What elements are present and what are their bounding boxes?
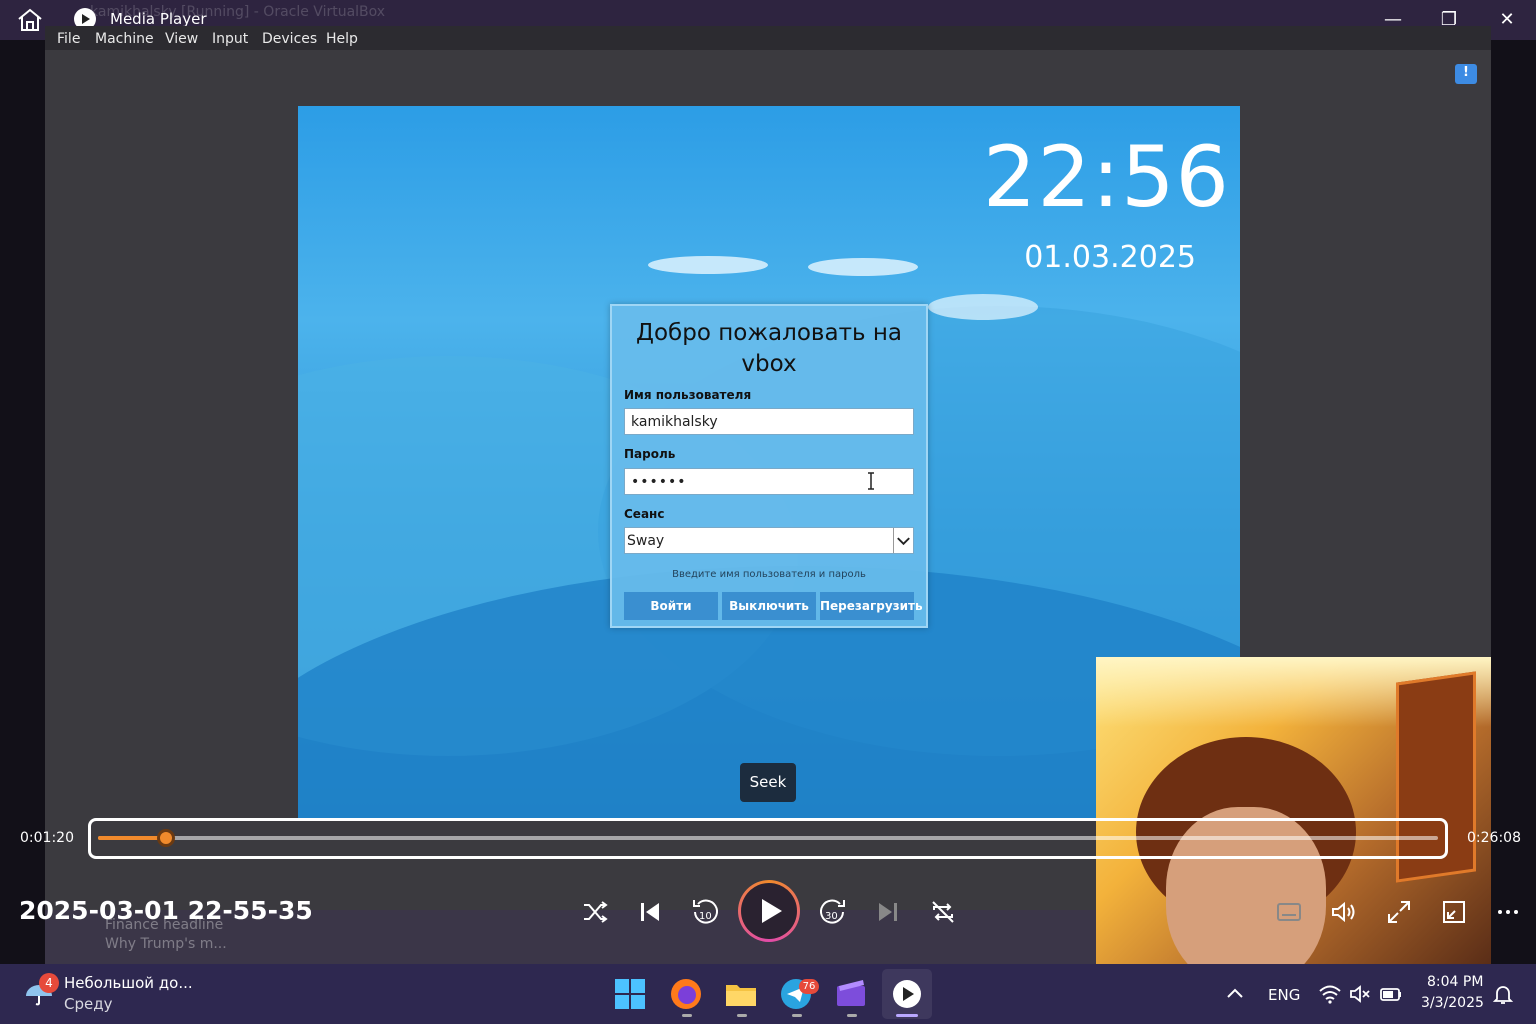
- chevron-down-icon[interactable]: [893, 528, 913, 553]
- mini-player-icon[interactable]: [1441, 899, 1467, 925]
- file-explorer-icon[interactable]: [723, 976, 759, 1012]
- current-time: 0:01:20: [20, 830, 74, 846]
- start-windows-icon[interactable]: [612, 976, 648, 1012]
- menu-view[interactable]: View: [165, 31, 198, 47]
- seek-bar-progress: [98, 836, 167, 840]
- weather-subtitle: Среду: [64, 995, 113, 1013]
- taskbar-indicator: [896, 1014, 918, 1017]
- shuffle-icon[interactable]: [582, 900, 608, 924]
- password-label: Пароль: [624, 447, 676, 461]
- username-field[interactable]: kamikhalsky: [624, 408, 914, 435]
- close-button[interactable]: ✕: [1492, 6, 1522, 34]
- battery-icon[interactable]: [1379, 984, 1403, 1004]
- session-select[interactable]: Sway: [624, 527, 914, 554]
- login-title: Добро пожаловать на vbox: [636, 320, 902, 377]
- forward-30-icon[interactable]: 30: [818, 896, 848, 926]
- previous-icon[interactable]: [638, 900, 662, 924]
- reboot-button[interactable]: Перезагрузить: [820, 592, 923, 620]
- chevron-up-icon[interactable]: [1226, 986, 1244, 1000]
- shutdown-button[interactable]: Выключить: [722, 592, 816, 620]
- language-indicator[interactable]: ENG: [1268, 986, 1300, 1004]
- login-dialog: Добро пожаловать на vbox Имя пользовател…: [610, 304, 928, 628]
- username-label: Имя пользователя: [624, 388, 752, 402]
- taskbar-indicator: [847, 1014, 857, 1017]
- virtualbox-menubar: File Machine View Input Devices Help: [45, 26, 1491, 50]
- firefox-icon[interactable]: [668, 976, 704, 1012]
- session-value: Sway: [627, 533, 665, 549]
- text-cursor-icon: [868, 472, 874, 490]
- recorded-news-text: Why Trump's m...: [105, 936, 227, 952]
- volume-icon[interactable]: [1330, 900, 1358, 924]
- wifi-icon[interactable]: [1318, 984, 1342, 1004]
- repeat-off-icon[interactable]: [930, 899, 956, 925]
- next-icon[interactable]: [876, 900, 900, 924]
- menu-help[interactable]: Help: [326, 31, 358, 47]
- weather-badge: 4: [39, 973, 59, 993]
- play-button[interactable]: [738, 880, 800, 942]
- taskbar-indicator: [737, 1014, 747, 1017]
- menu-machine[interactable]: Machine: [95, 31, 154, 47]
- weather-title[interactable]: Небольшой до...: [64, 974, 193, 992]
- fullscreen-icon[interactable]: [1386, 899, 1412, 925]
- feedback-icon[interactable]: [1455, 64, 1477, 84]
- menu-file[interactable]: File: [57, 31, 80, 47]
- svg-text:30: 30: [825, 911, 838, 922]
- menu-devices[interactable]: Devices: [262, 31, 317, 47]
- media-player-taskbar-icon[interactable]: [889, 976, 925, 1012]
- lockscreen-date: 01.03.2025: [1024, 240, 1196, 275]
- windows-taskbar: [0, 964, 1536, 1024]
- home-icon[interactable]: [16, 8, 44, 32]
- total-time: 0:26:08: [1467, 830, 1521, 846]
- login-hint: Введите имя пользователя и пароль: [672, 569, 866, 580]
- desktop: kamikhalsky [Running] - Oracle VirtualBo…: [0, 0, 1536, 1024]
- cloud-shape: [928, 294, 1038, 320]
- seek-bar[interactable]: [98, 829, 1438, 847]
- notifications-icon[interactable]: [1492, 984, 1514, 1006]
- taskbar-indicator: [682, 1014, 692, 1017]
- play-icon: [741, 883, 797, 939]
- cloud-shape: [808, 258, 918, 276]
- volume-muted-icon[interactable]: [1349, 984, 1371, 1004]
- clipchamp-icon[interactable]: [833, 976, 869, 1012]
- taskbar-time[interactable]: 8:04 PM: [1427, 974, 1483, 990]
- taskbar-indicator: [792, 1014, 802, 1017]
- login-button[interactable]: Войти: [624, 592, 718, 620]
- taskbar-date[interactable]: 3/3/2025: [1421, 995, 1484, 1011]
- seek-tooltip: Seek: [740, 763, 796, 802]
- menu-input[interactable]: Input: [212, 31, 248, 47]
- cloud-shape: [648, 256, 768, 274]
- rewind-10-icon[interactable]: 10: [690, 896, 720, 926]
- svg-text:10: 10: [699, 911, 712, 922]
- more-options-icon[interactable]: [1496, 904, 1520, 920]
- media-title: 2025-03-01 22-55-35: [19, 896, 313, 925]
- lockscreen-clock: 22:56: [982, 128, 1230, 226]
- subtitles-icon[interactable]: [1276, 900, 1302, 924]
- session-label: Сеанс: [624, 507, 665, 521]
- telegram-badge: 76: [799, 979, 819, 994]
